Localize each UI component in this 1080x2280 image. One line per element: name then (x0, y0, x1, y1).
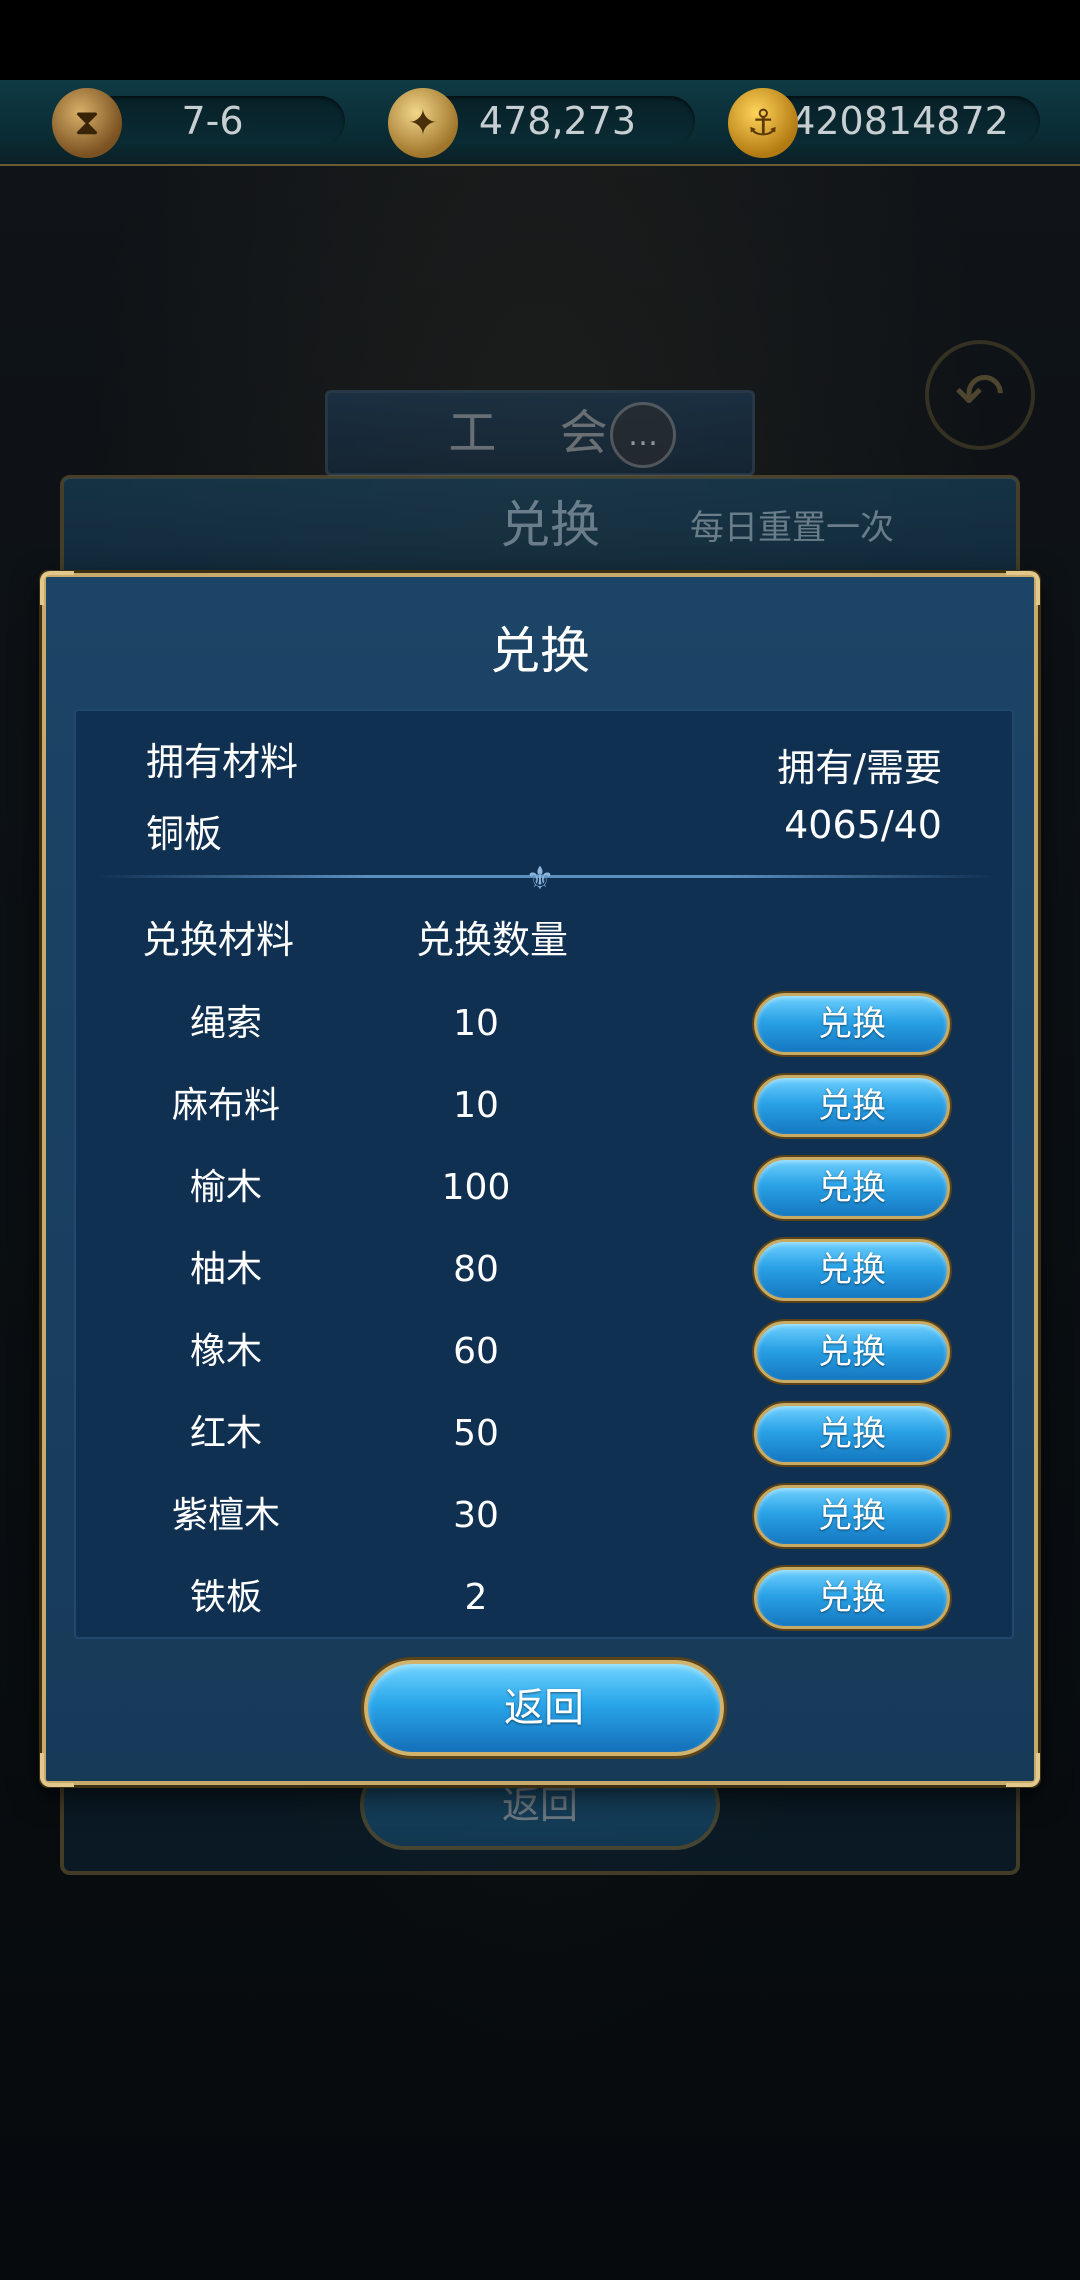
exchange-dialog: 兑换 拥有材料 拥有/需要 铜板 4065/40 ⚜ 兑换材料 兑换数量 绳索 … (40, 571, 1040, 1787)
exchange-button[interactable]: 兑换 (754, 1075, 950, 1137)
material-quantity: 30 (453, 1495, 499, 1536)
exchange-button[interactable]: 兑换 (754, 1157, 950, 1219)
owned-need-value: 4065/40 (784, 803, 942, 847)
exchange-button[interactable]: 兑换 (754, 1567, 950, 1629)
material-quantity: 60 (453, 1331, 499, 1372)
material-quantity: 10 (453, 1003, 499, 1044)
exchange-row: 榆木 100 兑换 (76, 1147, 1016, 1229)
material-name: 麻布料 (171, 1085, 280, 1126)
hourglass-icon: ⧗ (52, 88, 122, 158)
status-bar (0, 0, 1080, 80)
material-name: 橡木 (189, 1331, 262, 1372)
material-name: 绳索 (189, 1003, 262, 1044)
exchange-button[interactable]: 兑换 (754, 1321, 950, 1383)
exchange-row: 铁板 2 兑换 (76, 1557, 1016, 1639)
exchange-row: 柚木 80 兑换 (76, 1229, 1016, 1311)
exchange-button[interactable]: 兑换 (754, 993, 950, 1055)
exchange-button[interactable]: 兑换 (754, 1403, 950, 1465)
background-panel-subtitle: 每日重置一次 (690, 508, 894, 548)
exchange-button[interactable]: 兑换 (754, 1239, 950, 1301)
background-panel-title: 兑换 (500, 496, 600, 554)
divider-ornament-icon: ⚜ (525, 859, 555, 897)
exchange-row: 橡木 60 兑换 (76, 1311, 1016, 1393)
material-name: 柚木 (189, 1249, 262, 1290)
guild-tab: 工 会 (325, 390, 755, 476)
material-name: 紫檀木 (171, 1495, 280, 1536)
owned-material-name: 铜板 (146, 812, 223, 856)
gold-pill: 420814872 (760, 96, 1040, 146)
exchange-button[interactable]: 兑换 (754, 1485, 950, 1547)
exchange-row: 紫檀木 30 兑换 (76, 1475, 1016, 1557)
resource-bar: 7-6 ⧗ 478,273 ✦ 420814872 ⚓ (0, 80, 1080, 166)
material-quantity: 2 (464, 1577, 488, 1618)
dialog-corner-ornament (1006, 1753, 1040, 1787)
material-name: 铁板 (189, 1577, 262, 1618)
material-quantity: 80 (453, 1249, 499, 1290)
anchor-coin-icon: ⚓ (728, 88, 798, 158)
gold-value: 420814872 (791, 99, 1009, 143)
owned-need-header: 拥有/需要 (777, 746, 942, 790)
exchange-row: 麻布料 10 兑换 (76, 1065, 1016, 1147)
exchange-content-panel: 拥有材料 拥有/需要 铜板 4065/40 ⚜ 兑换材料 兑换数量 绳索 10 … (74, 709, 1014, 1639)
exchange-row: 绳索 10 兑换 (76, 983, 1016, 1065)
compass-icon: ✦ (388, 88, 458, 158)
material-name: 红木 (189, 1413, 262, 1454)
exchange-quantity-header: 兑换数量 (416, 918, 569, 962)
dialog-corner-ornament (1006, 571, 1040, 605)
owned-material-header: 拥有材料 (146, 740, 299, 784)
back-arrow-icon: ↶ (925, 340, 1035, 450)
material-name: 榆木 (189, 1167, 262, 1208)
chat-icon: … (610, 402, 676, 468)
dialog-corner-ornament (40, 571, 74, 605)
material-quantity: 10 (453, 1085, 499, 1126)
back-button[interactable]: 返回 (364, 1660, 724, 1756)
exchange-material-header: 兑换材料 (142, 918, 295, 962)
exchange-row: 红木 50 兑换 (76, 1393, 1016, 1475)
compass-value: 478,273 (478, 99, 637, 143)
dialog-corner-ornament (40, 1753, 74, 1787)
material-quantity: 100 (441, 1167, 511, 1208)
material-quantity: 50 (453, 1413, 499, 1454)
dialog-title: 兑换 (490, 622, 590, 680)
compass-pill: 478,273 (420, 96, 695, 146)
